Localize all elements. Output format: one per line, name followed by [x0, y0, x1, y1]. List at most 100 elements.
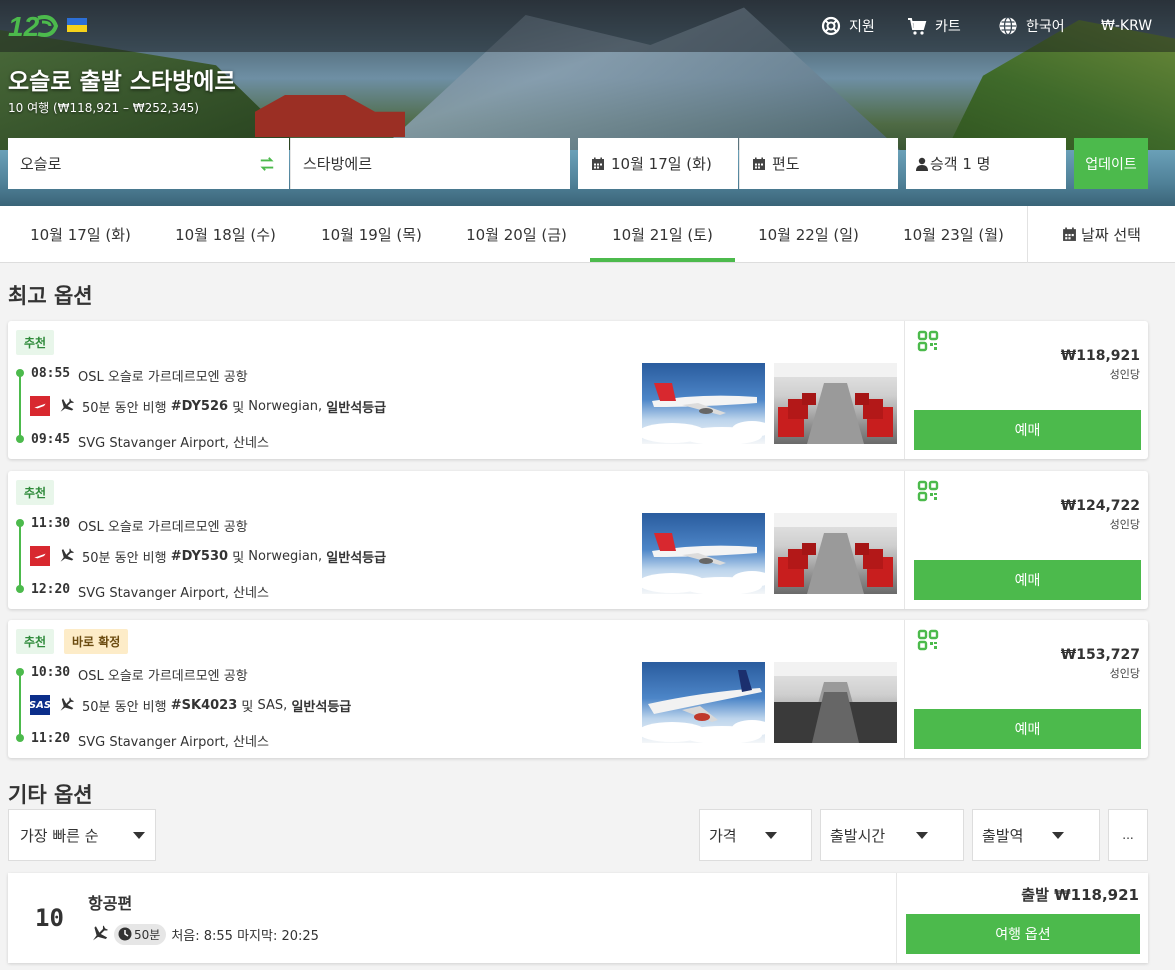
depart-airport: OSL 오슬로 가르데르모엔 공항 — [78, 370, 248, 385]
arrive-time: 11:20 — [31, 731, 71, 746]
date-tab-label: 10월 17일 (화) — [30, 226, 131, 244]
and-text: 및 — [232, 550, 245, 566]
date-tab-label: 10월 20일 (금) — [466, 226, 567, 244]
per-adult: 성인당 — [1109, 518, 1140, 531]
sort-dropdown[interactable]: 가장 빠른 순 — [8, 809, 156, 861]
depart-time: 11:30 — [31, 516, 71, 531]
flight-info: SAS 50분 동안 비행 #SK4023 및 SAS, 일반석등급 — [29, 694, 351, 716]
offer-details: 추천 바로 확정 10:30 OSL 오슬로 가르데르모엔 공항 SAS 50분 동안 비… — [8, 620, 904, 758]
date-tab[interactable]: 10월 19일 (목) — [299, 206, 444, 263]
depart-time: 08:55 — [31, 366, 71, 381]
qr-code-icon — [917, 629, 939, 651]
arrive-time: 12:20 — [31, 582, 71, 597]
aircraft-photo[interactable] — [642, 662, 765, 743]
depart-time: 10:30 — [31, 665, 71, 680]
plane-icon — [60, 548, 74, 562]
recommended-badge: 추천 — [16, 330, 55, 355]
flight-info: 50분 동안 비행 #DY530 및 Norwegian, 일반석등급 — [30, 545, 386, 567]
date-tab-label: 10월 19일 (목) — [321, 226, 422, 244]
station-filter-label: 출발역 — [982, 826, 1024, 845]
first-last-times: 처음: 8:55 마지막: 20:25 — [171, 928, 319, 944]
date-tab-active[interactable]: 10월 21일 (토) — [590, 206, 735, 263]
plane-icon — [93, 925, 108, 941]
caret-down-icon — [133, 832, 145, 839]
swap-icon[interactable] — [259, 156, 275, 172]
date-picker-button[interactable]: 날짜 선택 — [1027, 206, 1175, 263]
cabin-photo[interactable] — [774, 363, 897, 444]
duration-value: 50분 — [134, 927, 161, 942]
cabin-class: 일반석등급 — [326, 550, 387, 566]
trip-options-button[interactable]: 여행 옵션 — [906, 914, 1140, 954]
passengers-value: 승객 1 명 — [930, 155, 991, 173]
aircraft-photo[interactable] — [642, 363, 765, 444]
flight-offer-card[interactable]: 추천 바로 확정 10:30 OSL 오슬로 가르데르모엔 공항 SAS 50분 동안 비… — [8, 620, 1148, 758]
language-label: 한국어 — [1026, 19, 1065, 35]
page-subtitle: 10 여행 (₩118,921 – ₩252,345) — [8, 101, 199, 115]
ukraine-flag-icon — [67, 18, 87, 32]
timeline-dot — [16, 668, 24, 676]
depart-date-field[interactable]: 10월 17일 (화) — [578, 138, 738, 189]
caret-down-icon — [916, 832, 928, 839]
to-field[interactable]: 스타방에르 — [290, 138, 570, 189]
return-date-field[interactable]: 편도 — [739, 138, 898, 189]
aircraft-photo[interactable] — [642, 513, 765, 594]
caret-down-icon — [765, 832, 777, 839]
book-button[interactable]: 예매 — [914, 410, 1141, 450]
more-filters-button[interactable]: ... — [1108, 809, 1148, 861]
date-tabs: 10월 17일 (화) 10월 18일 (수) 10월 19일 (목) 10월 … — [0, 206, 1175, 263]
cabin-photo[interactable] — [774, 662, 897, 743]
cart-label: 카트 — [935, 19, 961, 35]
hero-houses — [255, 95, 405, 137]
station-filter[interactable]: 출발역 — [972, 809, 1100, 861]
from-field[interactable]: 오슬로 — [8, 138, 289, 189]
svg-text:12: 12 — [8, 11, 40, 42]
trip-count: 10 — [35, 904, 64, 932]
flight-number: #DY530 — [170, 548, 229, 564]
flights-group-card[interactable]: 10 항공편 50분 처음: 8:55 마지막: 20:25 출발 ₩118,9… — [8, 873, 1148, 963]
currency-selector[interactable]: ₩-KRW — [1101, 14, 1152, 38]
update-button[interactable]: 업데이트 — [1074, 138, 1148, 189]
price-filter[interactable]: 가격 — [699, 809, 812, 861]
timeline-dot — [16, 435, 24, 443]
date-tab[interactable]: 10월 18일 (수) — [153, 206, 298, 263]
norwegian-logo-icon — [30, 546, 50, 566]
support-link[interactable]: 지원 — [821, 14, 875, 38]
depart-airport: OSL 오슬로 가르데르모엔 공항 — [78, 520, 248, 535]
language-selector[interactable]: 한국어 — [998, 14, 1065, 38]
passengers-field[interactable]: 승객 1 명 — [906, 138, 1066, 189]
date-tab[interactable]: 10월 22일 (일) — [736, 206, 881, 263]
and-text: 및 — [232, 400, 245, 416]
date-tab-label: 10월 22일 (일) — [758, 226, 859, 244]
plane-icon — [60, 398, 74, 412]
date-tab[interactable]: 10월 17일 (화) — [8, 206, 153, 263]
depart-airport: OSL 오슬로 가르데르모엔 공항 — [78, 669, 248, 684]
cart-link[interactable]: 카트 — [907, 14, 961, 38]
offer-price-panel: ₩124,722 성인당 예매 — [904, 471, 1148, 609]
flight-duration: 50분 동안 비행 — [82, 550, 167, 566]
flight-offer-card[interactable]: 추천 08:55 OSL 오슬로 가르데르모엔 공항 50분 동안 비행 #DY526… — [8, 321, 1148, 459]
recommended-badge: 추천 — [16, 480, 55, 505]
currency-label: ₩-KRW — [1101, 18, 1153, 34]
date-tab[interactable]: 10월 20일 (금) — [444, 206, 589, 263]
book-button[interactable]: 예매 — [914, 560, 1141, 600]
timeline-dot — [16, 585, 24, 593]
qr-code-icon — [917, 330, 939, 352]
date-tab-label: 10월 23일 (월) — [903, 226, 1004, 244]
norwegian-logo-icon — [30, 396, 50, 416]
flight-offer-card[interactable]: 추천 11:30 OSL 오슬로 가르데르모엔 공항 50분 동안 비행 #DY530… — [8, 471, 1148, 609]
cabin-photo[interactable] — [774, 513, 897, 594]
group-title: 항공편 — [88, 894, 133, 913]
cart-icon — [908, 18, 927, 35]
book-button[interactable]: 예매 — [914, 709, 1141, 749]
plane-icon — [60, 697, 74, 711]
depart-date-value: 10월 17일 (화) — [611, 155, 712, 173]
offer-details: 추천 11:30 OSL 오슬로 가르데르모엔 공항 50분 동안 비행 #DY530… — [8, 471, 904, 609]
date-tab[interactable]: 10월 23일 (월) — [881, 206, 1026, 263]
date-tab-label: 10월 21일 (토) — [612, 226, 713, 244]
date-picker-label: 날짜 선택 — [1081, 226, 1141, 244]
depart-time-filter[interactable]: 출발시간 — [820, 809, 964, 861]
group-info: 50분 처음: 8:55 마지막: 20:25 — [88, 923, 319, 945]
duration-pill: 50분 — [114, 923, 167, 945]
price-filter-label: 가격 — [709, 826, 737, 845]
logo[interactable]: 12 — [8, 8, 60, 44]
